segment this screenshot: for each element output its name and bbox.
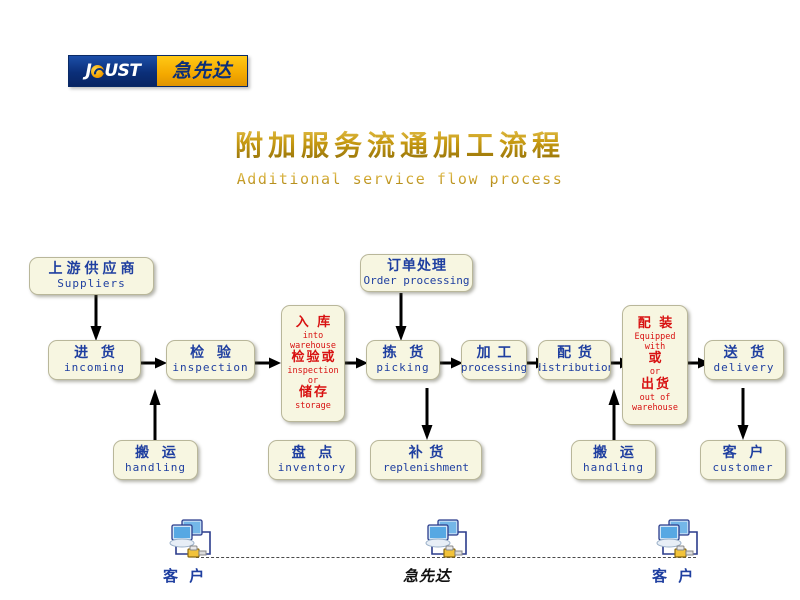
computers-icon-right xyxy=(655,518,707,562)
arrow-inspection-to-warehouse xyxy=(254,356,282,370)
arrow-incoming-to-inspection xyxy=(140,356,168,370)
node-distribution-en: distribution xyxy=(538,361,611,375)
node-picking-cn: 拣 货 xyxy=(382,345,428,362)
node-equipped-cn-1: 配 装 xyxy=(637,316,675,332)
arrow-delivery-to-customer xyxy=(736,388,750,442)
node-inventory-cn: 盘 点 xyxy=(291,445,337,462)
node-picking[interactable]: 拣 货 picking xyxy=(366,340,440,380)
node-into-warehouse-en-3: storage xyxy=(295,401,331,412)
node-distribution[interactable]: 配 货 distribution xyxy=(538,340,611,380)
node-picking-en: picking xyxy=(376,361,430,375)
node-delivery[interactable]: 送 货 delivery xyxy=(704,340,784,380)
node-order-processing[interactable]: 订单处理 Order processing xyxy=(360,254,473,292)
logo-chinese-name: 急先达 xyxy=(171,59,232,82)
slide-canvas: J UST 急先达 附加服务流通加工流程 Additional service f… xyxy=(0,0,800,600)
node-equipped-or-out[interactable]: 配 装 Equipped with 或 or 出货 out of warehou… xyxy=(622,305,688,425)
page-title-english: Additional service flow process xyxy=(0,170,800,188)
network-label-customer-right: 客 户 xyxy=(652,567,697,585)
node-handling-left[interactable]: 搬 运 handling xyxy=(113,440,198,480)
node-inventory[interactable]: 盘 点 inventory xyxy=(268,440,356,480)
arrow-handling-to-distribution xyxy=(607,388,621,440)
node-inventory-en: inventory xyxy=(277,461,347,475)
arrow-picking-to-replenishment xyxy=(420,388,434,442)
node-suppliers-en: Suppliers xyxy=(57,277,126,291)
node-into-warehouse[interactable]: 入 库 into warehouse 检验或 inspection or 储存 … xyxy=(281,305,345,422)
logo-letters-ust: UST xyxy=(104,60,141,81)
node-inspection-en: inspection xyxy=(172,361,249,375)
node-suppliers-cn: 上游供应商 xyxy=(48,261,139,278)
node-inspection-cn: 检 验 xyxy=(190,345,235,362)
node-replenishment-en: replenishment xyxy=(382,461,470,475)
node-order-processing-en: Order processing xyxy=(363,274,470,288)
node-processing[interactable]: 加 工 processing xyxy=(461,340,527,380)
network-label-joust: 急先达 xyxy=(403,567,452,585)
node-into-warehouse-cn-3: 储存 xyxy=(298,385,329,401)
swirl-o-icon xyxy=(91,64,105,78)
page-title-chinese: 附加服务流通加工流程 xyxy=(0,124,800,164)
arrow-suppliers-to-incoming xyxy=(89,293,103,343)
node-customer[interactable]: 客 户 customer xyxy=(700,440,786,480)
computers-icon-center xyxy=(424,518,476,562)
arrow-handling-to-incoming xyxy=(148,388,162,440)
node-equipped-en-3: out of warehouse xyxy=(631,392,679,413)
joust-logo: J UST 急先达 xyxy=(68,55,248,87)
node-equipped-en-1: Equipped with xyxy=(634,332,676,353)
logo-left-panel: J UST xyxy=(69,56,157,86)
node-incoming-cn: 进 货 xyxy=(74,345,119,362)
node-equipped-cn-3: 出货 xyxy=(640,376,671,392)
node-equipped-cn-2: 或 xyxy=(648,351,664,367)
node-distribution-cn: 配 货 xyxy=(557,345,593,362)
node-customer-cn: 客 户 xyxy=(722,445,768,462)
arrow-order-to-picking xyxy=(394,293,408,343)
node-into-warehouse-cn-2: 检验或 xyxy=(291,349,337,365)
node-incoming-en: incoming xyxy=(64,361,125,375)
network-label-customer-left: 客 户 xyxy=(163,567,208,585)
node-processing-cn: 加 工 xyxy=(476,345,513,362)
node-replenishment[interactable]: 补 货 replenishment xyxy=(370,440,482,480)
node-incoming[interactable]: 进 货 incoming xyxy=(48,340,141,380)
node-handling-left-en: handling xyxy=(125,461,186,475)
node-suppliers[interactable]: 上游供应商 Suppliers xyxy=(29,257,154,295)
node-customer-en: customer xyxy=(712,461,774,475)
computers-icon-left xyxy=(168,518,220,562)
logo-wordmark: J UST xyxy=(86,60,141,81)
node-handling-right[interactable]: 搬 运 handling xyxy=(571,440,656,480)
node-handling-right-en: handling xyxy=(583,461,644,475)
node-into-warehouse-cn-1: 入 库 xyxy=(295,314,333,330)
node-handling-right-cn: 搬 运 xyxy=(593,445,638,462)
node-into-warehouse-en-1: into warehouse xyxy=(289,330,337,351)
node-delivery-en: delivery xyxy=(713,361,775,375)
node-into-warehouse-en-2: inspection or xyxy=(287,365,339,387)
node-inspection[interactable]: 检 验 inspection xyxy=(166,340,255,380)
node-delivery-cn: 送 货 xyxy=(723,345,769,362)
node-processing-en: processing xyxy=(461,361,527,375)
node-replenishment-cn: 补 货 xyxy=(408,445,445,462)
node-handling-left-cn: 搬 运 xyxy=(135,445,180,462)
logo-right-panel: 急先达 xyxy=(157,56,247,86)
node-order-processing-cn: 订单处理 xyxy=(387,258,447,275)
